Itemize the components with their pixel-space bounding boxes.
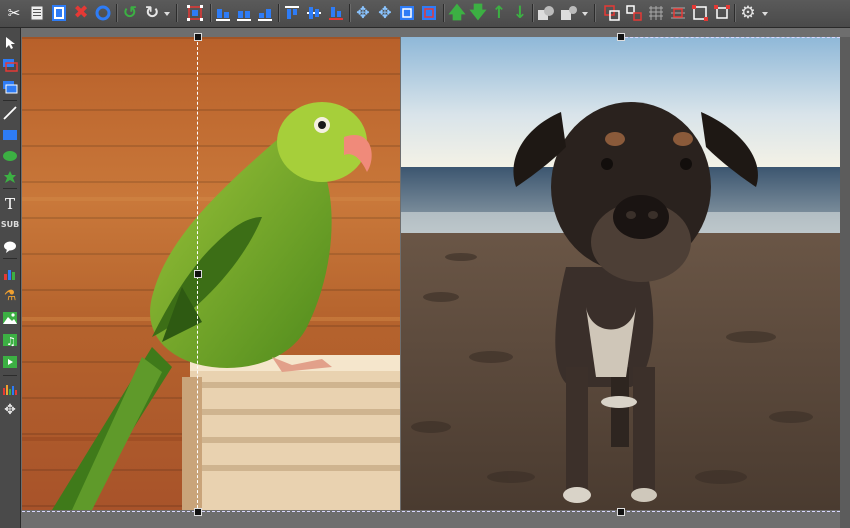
move-up-icon[interactable]: ↑ — [488, 2, 510, 24]
toolbar-separator — [278, 4, 280, 22]
music-icon[interactable]: ♫ — [1, 331, 19, 349]
tools-sidebar: T SUB ⚗ ♫ ✥ — [0, 28, 21, 528]
chevron-down-icon[interactable] — [582, 12, 588, 16]
toolbar-separator — [734, 4, 736, 22]
chart-icon[interactable] — [1, 265, 19, 283]
cut-icon[interactable]: ✂ — [3, 2, 25, 24]
align-center-h-icon[interactable] — [233, 2, 255, 24]
canvas-margin — [840, 37, 850, 528]
bring-front-icon[interactable]: 🡅 — [446, 2, 468, 24]
resize-handle[interactable] — [194, 508, 202, 516]
chevron-down-icon[interactable] — [762, 12, 768, 16]
sidebar-separator — [3, 375, 17, 376]
parrot-image[interactable] — [22, 37, 400, 510]
selection-edge-top — [620, 37, 840, 38]
copy-icon[interactable] — [26, 2, 48, 24]
image-icon[interactable] — [1, 309, 19, 327]
frame-b-icon[interactable] — [623, 2, 645, 24]
toolbar-separator — [594, 4, 596, 22]
subtitle-tool-label: SUB — [0, 220, 20, 229]
align-bottom-icon[interactable] — [325, 2, 347, 24]
resize-handle[interactable] — [194, 33, 202, 41]
rectangle-icon[interactable] — [1, 126, 19, 144]
layer-b-icon[interactable] — [1, 78, 19, 96]
resize-handle[interactable] — [617, 508, 625, 516]
fit-icon[interactable] — [418, 2, 440, 24]
pointer-icon[interactable] — [1, 34, 19, 52]
shape-icon[interactable] — [1, 168, 19, 186]
dog-image[interactable] — [401, 37, 840, 510]
gear-icon[interactable]: ⚙ — [737, 2, 759, 24]
align-top-icon[interactable] — [281, 2, 303, 24]
move-icon[interactable]: ✥ — [1, 401, 19, 419]
group-icon[interactable] — [535, 2, 557, 24]
undo-icon[interactable]: ↺ — [119, 2, 141, 24]
svg-text:♫: ♫ — [6, 335, 16, 347]
grid-red-icon[interactable] — [667, 2, 689, 24]
frame-a-icon[interactable] — [601, 2, 623, 24]
resize-icon[interactable] — [689, 2, 711, 24]
align-right-icon[interactable] — [254, 2, 276, 24]
same-width-icon[interactable]: ✥ — [352, 2, 374, 24]
align-left-icon[interactable] — [212, 2, 234, 24]
resize-handle[interactable] — [617, 33, 625, 41]
resize-handle[interactable] — [194, 270, 202, 278]
text-tool-label: T — [4, 194, 15, 213]
sidebar-separator — [3, 258, 17, 259]
grid-icon[interactable] — [645, 2, 667, 24]
deselect-icon[interactable] — [92, 2, 114, 24]
same-height-icon[interactable]: ✥ — [374, 2, 396, 24]
chevron-down-icon[interactable] — [164, 12, 170, 16]
paste-icon[interactable] — [48, 2, 70, 24]
delete-icon[interactable]: ✖ — [70, 2, 92, 24]
crop-icon[interactable] — [711, 2, 733, 24]
layer-a-icon[interactable] — [1, 56, 19, 74]
toolbar-separator — [349, 4, 351, 22]
text-icon[interactable]: T — [1, 195, 19, 213]
toolbar-separator — [532, 4, 534, 22]
move-down-icon[interactable]: ↓ — [509, 2, 531, 24]
figure-icon[interactable]: ⚗ — [1, 287, 19, 305]
subtitle-icon[interactable]: SUB — [1, 216, 19, 234]
sidebar-separator — [3, 188, 17, 189]
callout-icon[interactable] — [1, 238, 19, 256]
equalizer-icon[interactable] — [1, 380, 19, 398]
ungroup-icon[interactable] — [558, 2, 580, 24]
select-all-icon[interactable] — [184, 2, 206, 24]
toolbar-separator — [176, 4, 178, 22]
line-icon[interactable] — [1, 104, 19, 122]
align-middle-icon[interactable] — [303, 2, 325, 24]
sidebar-separator — [3, 100, 17, 101]
send-back-icon[interactable]: 🡇 — [467, 2, 489, 24]
main-toolbar: ✂ ✖ ↺ ↻ ✥ ✥ 🡅 🡇 ↑ ↓ ⚙ — [0, 0, 850, 28]
toolbar-separator — [443, 4, 445, 22]
selection-edge-bottom — [22, 511, 840, 512]
same-size-icon[interactable] — [396, 2, 418, 24]
video-icon[interactable] — [1, 353, 19, 371]
ellipse-icon[interactable] — [1, 147, 19, 165]
toolbar-separator — [116, 4, 118, 22]
redo-icon[interactable]: ↻ — [141, 2, 163, 24]
